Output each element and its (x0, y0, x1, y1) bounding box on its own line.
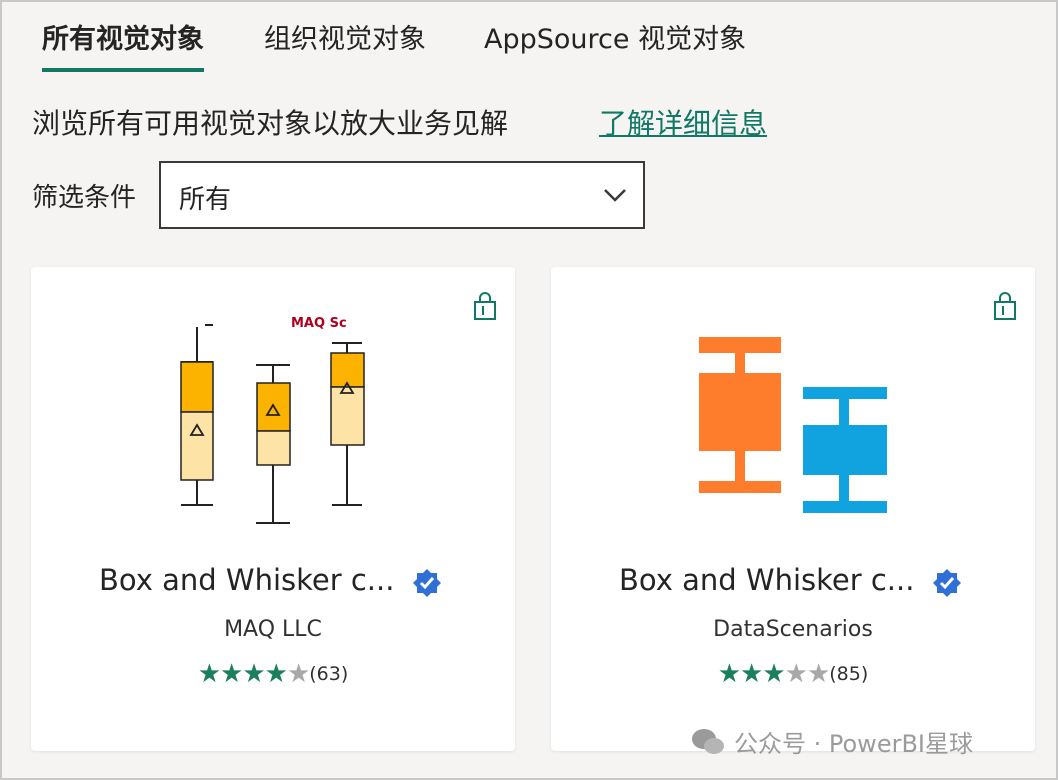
star-rating-icon: ★★★★★ (197, 659, 311, 689)
visual-card[interactable]: Box and Whisker c... DataScenarios ★★★★★… (551, 267, 1035, 751)
star-rating-icon: ★★★★★ (717, 659, 831, 689)
wechat-logo-icon (692, 729, 724, 754)
visuals-pane: 所有视觉对象 组织视觉对象 AppSource 视觉对象 浏览所有可用视觉对象以… (0, 0, 1058, 780)
filter-label: 筛选条件 (32, 183, 137, 213)
rating: ★★★★★(63) (31, 659, 515, 689)
filter-dropdown[interactable]: 所有 (159, 161, 645, 229)
tab-all-visuals[interactable]: 所有视觉对象 (42, 16, 204, 72)
shopping-bag-icon[interactable] (991, 292, 1019, 322)
filter-selected-value: 所有 (179, 185, 232, 215)
publisher-name: DataScenarios (713, 617, 873, 642)
page-description: 浏览所有可用视觉对象以放大业务见解 (32, 107, 509, 140)
tab-appsource-visuals[interactable]: AppSource 视觉对象 (484, 16, 746, 72)
shopping-bag-icon[interactable] (471, 292, 499, 322)
watermark-text: 公众号 · PowerBI星球 (734, 730, 973, 758)
rating-count: (85) (829, 663, 869, 685)
tab-organization-visuals[interactable]: 组织视觉对象 (264, 16, 426, 72)
box-whisker-thumbnail (699, 337, 887, 513)
box-whisker-thumbnail: MAQ Sc (180, 316, 365, 524)
learn-more-link[interactable]: 了解详细信息 (599, 102, 767, 142)
verified-badge-icon (933, 569, 961, 597)
rating: ★★★★★(85) (551, 659, 1035, 689)
rating-count: (63) (309, 663, 349, 685)
tab-bar: 所有视觉对象 组织视觉对象 AppSource 视觉对象 (26, 16, 786, 72)
thumbnail-logo-text: MAQ Sc (291, 316, 347, 331)
verified-badge-icon (413, 569, 441, 597)
publisher-name: MAQ LLC (224, 617, 322, 642)
chevron-down-icon (604, 189, 626, 202)
visual-card[interactable]: MAQ Sc Box and Whisker c... MAQ LLC ★★★★… (31, 267, 515, 751)
